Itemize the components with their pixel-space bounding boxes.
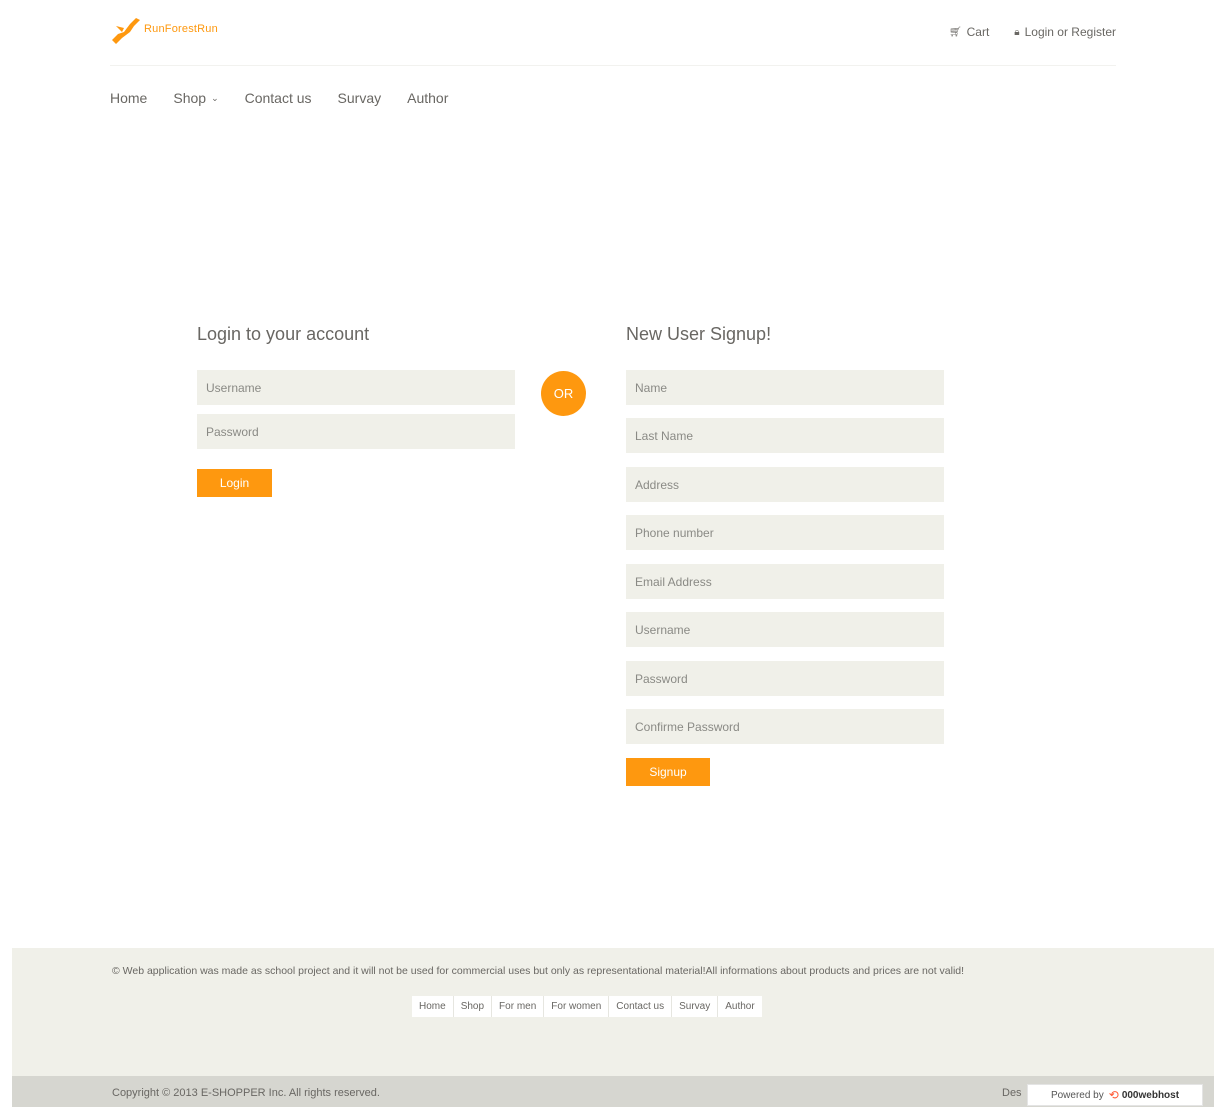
signup-address-field[interactable]: [626, 467, 944, 502]
footer-link-for-women[interactable]: For women: [544, 996, 610, 1017]
logo[interactable]: RunForestRun: [110, 14, 218, 46]
signup-username-field[interactable]: [626, 612, 944, 647]
powered-by-badge[interactable]: Powered by ⟲ 000webhost: [1027, 1084, 1203, 1106]
signup-password-field[interactable]: [626, 661, 944, 696]
signup-phone-field[interactable]: [626, 515, 944, 550]
login-title: Login to your account: [197, 324, 370, 344]
nav-author-label: Author: [407, 90, 449, 106]
nav-shop[interactable]: Shop ⌄: [173, 90, 218, 106]
nav-home-label: Home: [110, 90, 148, 106]
login-register-link[interactable]: 🔒︎ Login or Register: [1014, 25, 1116, 39]
login-button[interactable]: Login: [197, 469, 272, 497]
webhost-logo-icon: ⟲: [1108, 1088, 1119, 1102]
or-badge: OR: [541, 371, 586, 416]
powered-label: Powered by: [1050, 1089, 1104, 1101]
footer-link-survey[interactable]: Survay: [672, 996, 719, 1017]
footer-link-shop[interactable]: Shop: [454, 996, 493, 1017]
login-password-field[interactable]: [197, 414, 515, 449]
nav-contact-label: Contact us: [244, 90, 312, 106]
nav-home[interactable]: Home: [110, 90, 147, 106]
cart-link[interactable]: 🛒︎ Cart: [949, 25, 989, 39]
signup-confirm-password-field[interactable]: [626, 709, 944, 744]
nav-survey[interactable]: Survay: [338, 90, 382, 106]
signup-lastname-field[interactable]: [626, 418, 944, 453]
footer-link-home[interactable]: Home: [412, 996, 454, 1017]
nav-survey-label: Survay: [337, 90, 382, 106]
footer-note: © Web application was made as school pro…: [112, 965, 965, 977]
powered-brand: 000webhost: [1121, 1089, 1180, 1101]
signup-email-field[interactable]: [626, 564, 944, 599]
copyright-text: Copyright © 2013 E-SHOPPER Inc. All righ…: [112, 1087, 380, 1099]
main-nav: Home Shop ⌄ Contact us Survay Author: [110, 90, 474, 106]
cart-label: Cart: [966, 25, 990, 39]
signup-title: New User Signup!: [626, 324, 772, 344]
footer-links: Home Shop For men For women Contact us S…: [412, 996, 762, 1017]
nav-shop-label: Shop: [173, 90, 207, 106]
login-register-label: Login or Register: [1024, 25, 1116, 39]
lock-icon: 🔒︎: [1014, 26, 1020, 38]
footer-widget: © Web application was made as school pro…: [12, 948, 1214, 1076]
nav-contact[interactable]: Contact us: [245, 90, 312, 106]
signup-name-field[interactable]: [626, 370, 944, 405]
footer-link-contact[interactable]: Contact us: [609, 996, 673, 1017]
footer-bottom: Copyright © 2013 E-SHOPPER Inc. All righ…: [12, 1076, 1214, 1107]
footer-link-for-men[interactable]: For men: [492, 996, 545, 1017]
signup-button[interactable]: Signup: [626, 758, 710, 786]
footer-link-author[interactable]: Author: [718, 996, 761, 1017]
nav-author[interactable]: Author: [407, 90, 448, 106]
logo-icon: [112, 18, 140, 44]
login-username-field[interactable]: [197, 370, 515, 405]
header-top: RunForestRun 🛒︎ Cart 🔒︎ Login or Registe…: [110, 14, 1116, 66]
cart-icon: 🛒︎: [948, 26, 962, 38]
design-credit: Des: [1002, 1087, 1022, 1099]
top-links: 🛒︎ Cart 🔒︎ Login or Register: [924, 25, 1116, 39]
chevron-down-icon: ⌄: [211, 92, 219, 103]
logo-text: RunForestRun: [144, 23, 218, 35]
